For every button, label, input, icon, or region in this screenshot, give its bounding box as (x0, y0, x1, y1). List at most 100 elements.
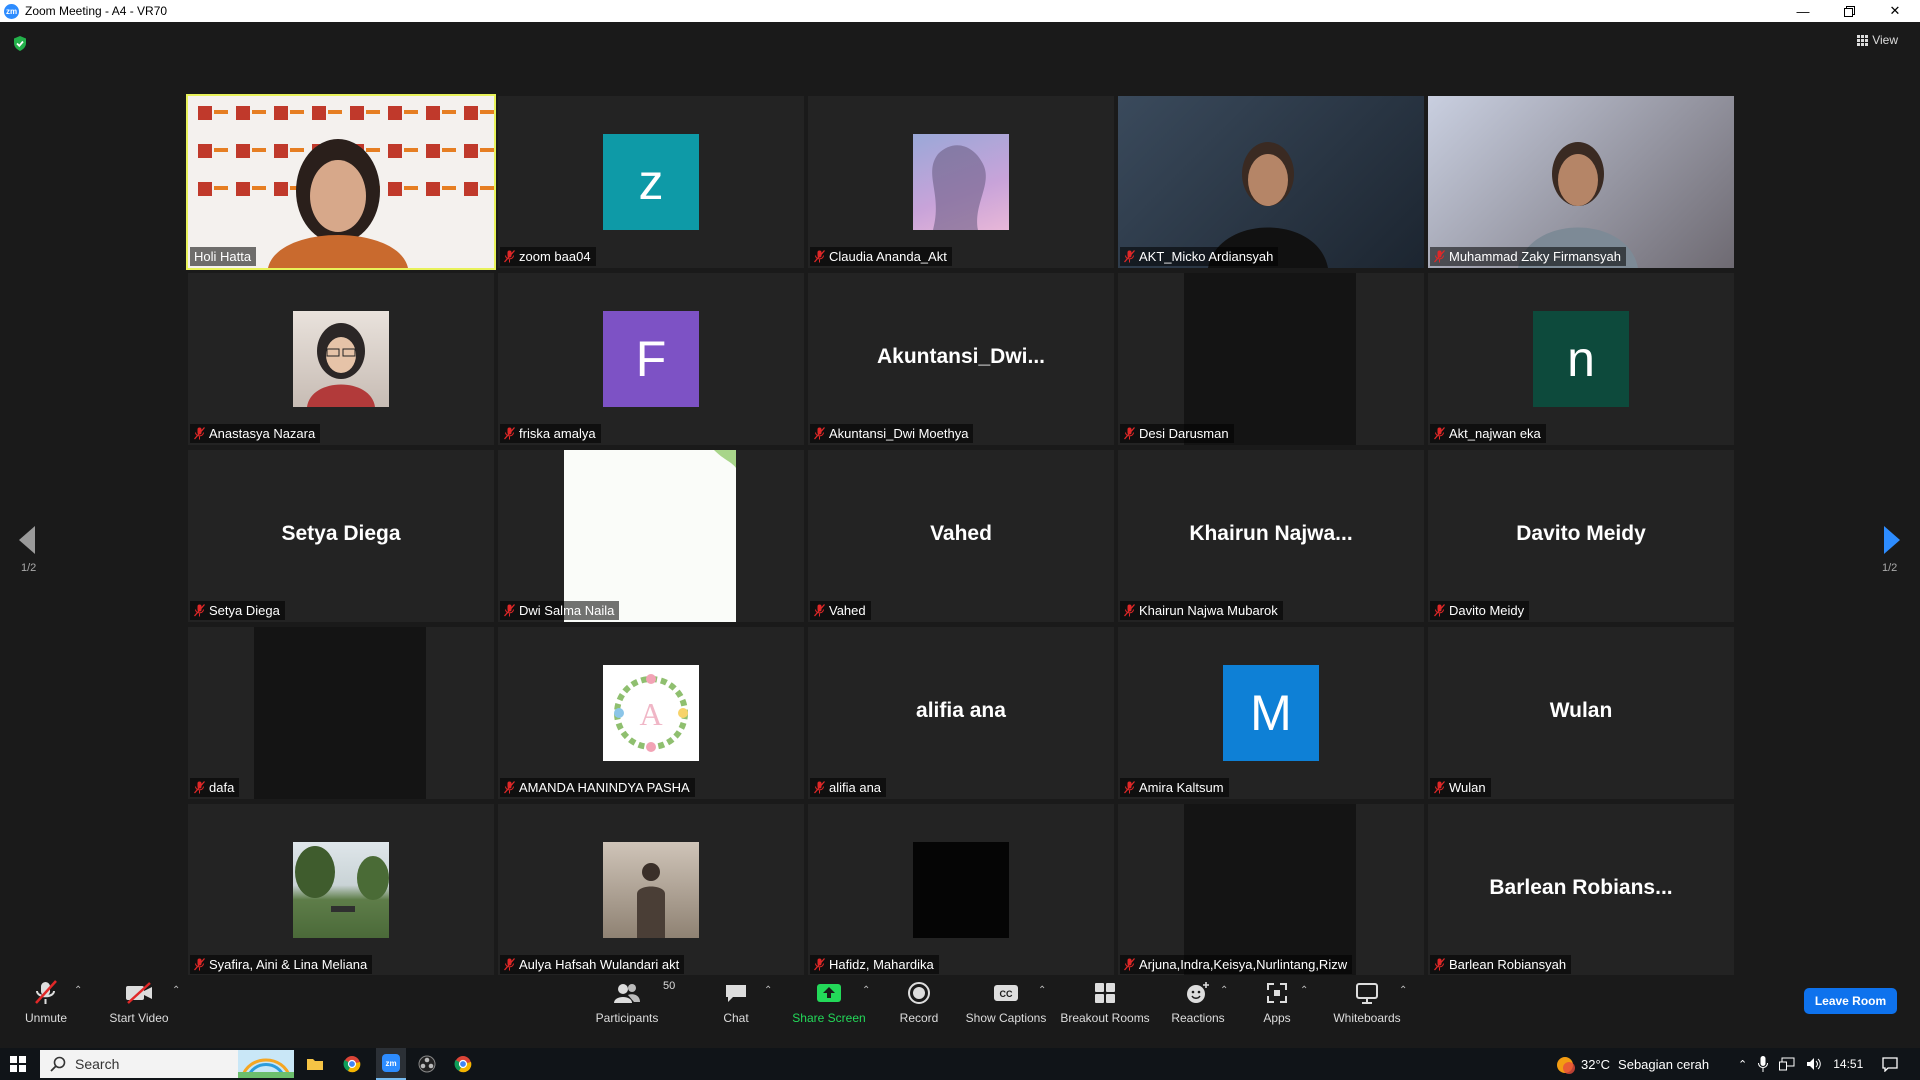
profile-photo (603, 842, 699, 938)
participant-tile[interactable]: Hafidz, Mahardika (808, 804, 1114, 976)
muted-microphone-icon (504, 781, 515, 794)
network-icon[interactable] (1779, 1057, 1795, 1071)
participant-name: Holi Hatta (194, 249, 252, 264)
participant-display-name: Khairun Najwa... (1189, 522, 1353, 545)
microphone-tray-icon[interactable] (1758, 1056, 1769, 1072)
record-button[interactable]: Record (894, 975, 944, 1038)
taskbar-search-box[interactable]: Search (40, 1050, 294, 1078)
share-screen-button[interactable]: Share Screen (790, 975, 868, 1038)
next-page-arrow-icon[interactable] (1883, 525, 1901, 555)
participant-tile[interactable]: Holi Hatta (186, 94, 496, 270)
participant-name-label: Syafira, Aini & Lina Meliana (190, 955, 373, 974)
view-label: View (1872, 33, 1898, 47)
muted-microphone-icon (814, 958, 825, 971)
participant-name-label: Holi Hatta (190, 247, 257, 266)
participant-tile[interactable]: z zoom baa04 (498, 96, 804, 268)
reactions-options-caret-icon[interactable]: ⌃ (1220, 985, 1228, 996)
previous-page-arrow-icon[interactable] (18, 525, 36, 555)
participant-tile[interactable]: Vahed Vahed (808, 450, 1114, 622)
participant-tile[interactable]: alifia ana alifia ana (808, 627, 1114, 799)
participant-tile[interactable]: M Amira Kaltsum (1118, 627, 1424, 799)
speaker-icon[interactable] (1806, 1057, 1822, 1071)
chrome-alt-icon[interactable] (454, 1055, 472, 1073)
breakout-rooms-button[interactable]: Breakout Rooms (1060, 975, 1150, 1038)
taskbar-zoom-app[interactable]: zm (376, 1048, 406, 1080)
participant-tile[interactable]: Barlean Robians... Barlean Robiansyah (1428, 804, 1734, 976)
participant-tile[interactable]: Ffriska amalya (498, 273, 804, 445)
start-video-button[interactable]: Start Video (104, 975, 174, 1038)
participant-tile[interactable]: Aulya Hafsah Wulandari akt (498, 804, 804, 976)
leave-room-button[interactable]: Leave Room (1804, 988, 1897, 1014)
windows-start-icon[interactable] (10, 1056, 26, 1072)
view-button[interactable]: View (1857, 33, 1898, 47)
search-icon (50, 1056, 66, 1072)
muted-microphone-icon (1434, 958, 1445, 971)
participant-tile[interactable]: n Akt_najwan eka (1428, 273, 1734, 445)
notifications-icon[interactable] (1882, 1057, 1898, 1072)
participant-tile[interactable]: Muhammad Zaky Firmansyah (1428, 96, 1734, 268)
audio-options-caret-icon[interactable]: ⌃ (74, 985, 82, 996)
chrome-icon[interactable] (343, 1055, 361, 1073)
participant-name-label: Akt_najwan eka (1430, 424, 1546, 443)
clock-time[interactable]: 14:51 (1833, 1057, 1863, 1071)
participant-name: Setya Diega (209, 603, 280, 618)
participant-tile[interactable]: Akuntansi_Dwi... Akuntansi_Dwi Moethya (808, 273, 1114, 445)
participant-tile[interactable]: A AMANDA HANINDYA PASHA (498, 627, 804, 799)
participant-tile[interactable]: Davito Meidy Davito Meidy (1428, 450, 1734, 622)
chat-button[interactable]: Chat (712, 975, 760, 1038)
share-options-caret-icon[interactable]: ⌃ (862, 985, 870, 996)
captions-options-caret-icon[interactable]: ⌃ (1038, 985, 1046, 996)
breakout-rooms-label: Breakout Rooms (1060, 1011, 1150, 1025)
participant-name: Amira Kaltsum (1139, 780, 1224, 795)
restore-button[interactable] (1826, 0, 1872, 22)
whiteboards-options-caret-icon[interactable]: ⌃ (1399, 985, 1407, 996)
muted-microphone-icon (1434, 250, 1445, 263)
person-video-icon (1208, 142, 1328, 268)
participant-tile[interactable]: Anastasya Nazara (188, 273, 494, 445)
reactions-smiley-icon (1187, 982, 1209, 1003)
muted-microphone-icon (194, 781, 205, 794)
participant-tile[interactable]: dafa (188, 627, 494, 799)
unmute-label: Unmute (24, 1011, 68, 1025)
system-tray: ⌃ 14:51 (1738, 1048, 1863, 1080)
participant-tile[interactable]: Claudia Ananda_Akt (808, 96, 1114, 268)
chat-options-caret-icon[interactable]: ⌃ (764, 985, 772, 996)
participant-tile[interactable]: Dwi Salma Naila (498, 450, 804, 622)
participant-tile[interactable]: Setya Diega Setya Diega (188, 450, 494, 622)
muted-microphone-icon (1434, 427, 1445, 440)
participant-name-label: Khairun Najwa Mubarok (1120, 601, 1283, 620)
participant-tile[interactable]: Syafira, Aini & Lina Meliana (188, 804, 494, 976)
participant-name-label: dafa (190, 778, 240, 797)
show-captions-button[interactable]: CC Show Captions (964, 975, 1048, 1038)
participant-name-label: Akuntansi_Dwi Moethya (810, 424, 974, 443)
participant-name: Syafira, Aini & Lina Meliana (209, 957, 368, 972)
person-video-icon (1518, 142, 1638, 268)
encryption-shield-icon[interactable] (12, 35, 28, 52)
weather-widget[interactable]: 32°C Sebagian cerah (1553, 1048, 1709, 1080)
unmute-button[interactable]: Unmute (20, 975, 72, 1038)
participant-tile[interactable]: Wulan Wulan (1428, 627, 1734, 799)
participant-name: Anastasya Nazara (209, 426, 316, 441)
obs-icon[interactable] (418, 1055, 436, 1073)
muted-microphone-icon (1434, 781, 1445, 794)
close-window-button[interactable]: ✕ (1872, 0, 1918, 22)
window-titlebar: zm Zoom Meeting - A4 - VR70 — ✕ (0, 0, 1920, 22)
participant-name-label: Amira Kaltsum (1120, 778, 1229, 797)
apps-button[interactable]: Apps (1252, 975, 1302, 1038)
participant-tile[interactable]: Khairun Najwa... Khairun Najwa Mubarok (1118, 450, 1424, 622)
participant-tile[interactable]: AKT_Micko Ardiansyah (1118, 96, 1424, 268)
show-hidden-icons-caret-icon[interactable]: ⌃ (1738, 1058, 1747, 1071)
file-explorer-icon[interactable] (306, 1056, 324, 1071)
participant-tile[interactable]: Arjuna,Indra,Keisya,Nurlintang,Rizw (1118, 804, 1424, 976)
apps-options-caret-icon[interactable]: ⌃ (1300, 985, 1308, 996)
reactions-button[interactable]: Reactions (1168, 975, 1228, 1038)
minimize-button[interactable]: — (1780, 0, 1826, 22)
grid-view-icon (1857, 35, 1869, 46)
video-off-placeholder (254, 627, 426, 799)
participants-button[interactable]: 50 Participants (592, 975, 676, 1038)
whiteboards-button[interactable]: Whiteboards (1328, 975, 1406, 1038)
video-off-placeholder (1184, 273, 1356, 445)
participant-tile[interactable]: Desi Darusman (1118, 273, 1424, 445)
video-options-caret-icon[interactable]: ⌃ (172, 985, 180, 996)
participant-name: Davito Meidy (1449, 603, 1525, 618)
